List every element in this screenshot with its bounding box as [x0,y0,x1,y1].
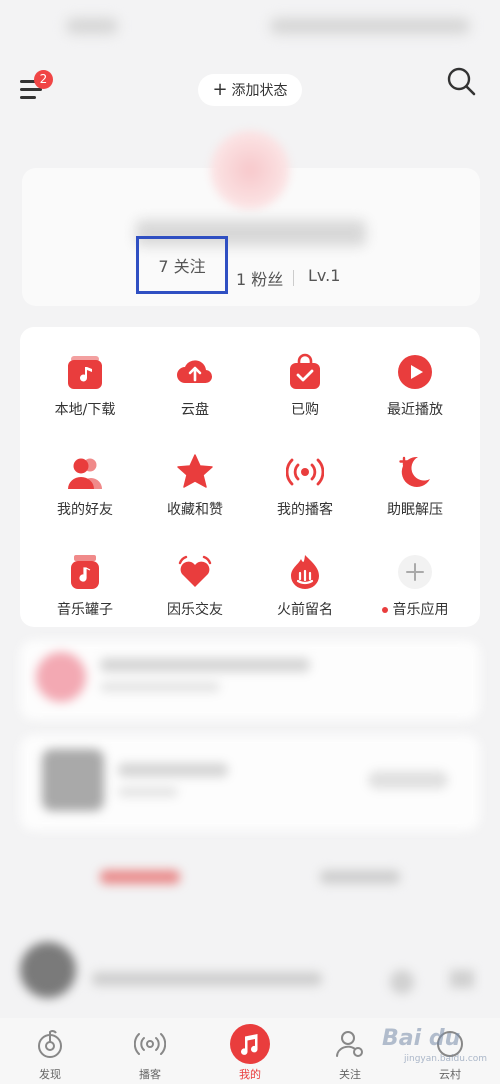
notification-badge: 2 [34,70,53,89]
grid-item-label-text: 音乐应用 [392,602,449,618]
menu-icon-line [20,88,42,91]
fire-icon [291,555,319,589]
plus-icon [398,555,432,589]
shopping-bag-icon [290,353,320,389]
grid-item-label: 收藏和赞 [167,502,223,518]
music-jar-icon [71,555,99,589]
menu-button[interactable]: 2 [18,70,58,106]
avatar[interactable] [210,130,290,210]
tab-label: 播客 [139,1068,161,1081]
grid-item-cloud[interactable]: 云盘 [140,353,250,443]
tab-podcast[interactable]: 播客 [120,1024,180,1082]
grid-item-label: 我的好友 [57,502,113,518]
new-dot [381,607,388,613]
following-count[interactable]: 7 关注 [136,236,228,294]
tab-label: 云村 [439,1068,461,1081]
follow-icon [336,1031,363,1057]
blurred-playlist-card[interactable] [20,735,480,831]
grid-item-label: 音乐罐子 [57,602,113,618]
baidu-watermark: Bai du [382,1026,461,1051]
add-status-button[interactable]: + 添加状态 [198,74,302,106]
grid-item-fire[interactable]: 火前留名 [250,553,360,643]
play-circle-icon [398,355,432,389]
grid-item-recent[interactable]: 最近播放 [360,353,470,443]
star-icon [177,454,213,488]
status-bar [0,0,500,56]
tab-discover[interactable]: 发现 [20,1024,80,1082]
top-bar: 2 + 添加状态 [0,60,500,120]
tab-mine[interactable]: 我的 [220,1024,280,1082]
cloud-upload-icon [177,360,213,384]
tab-follow[interactable]: 关注 [320,1024,380,1082]
grid-item-favorites[interactable]: 收藏和赞 [140,453,250,543]
podcast-icon [134,1033,166,1055]
blurred-mini-player[interactable] [0,930,500,1016]
grid-item-music-apps[interactable]: 音乐应用 [360,553,470,643]
add-status-label: 添加状态 [231,83,288,99]
grid-item-label: 已购 [291,402,319,418]
grid-item-local-download[interactable]: 本地/下载 [30,353,140,443]
grid-item-friends[interactable]: 我的好友 [30,453,140,543]
music-note-icon [230,1024,270,1064]
moon-icon [399,456,430,487]
blurred-banner[interactable] [20,640,480,720]
grid-item-label: 音乐应用 [360,599,470,619]
following-label: 7 关注 [158,257,206,276]
shortcut-grid: 本地/下载 云盘 已购 最近播放 我的好友 收藏和赞 我的播客 助眠解压 音乐罐… [20,327,480,627]
grid-item-music-jar[interactable]: 音乐罐子 [30,553,140,643]
search-button[interactable] [444,64,478,98]
fans-count[interactable]: 1 粉丝 [236,266,283,290]
tab-label: 我的 [239,1068,261,1081]
tab-label: 关注 [339,1068,361,1081]
tab-label: 发现 [39,1068,61,1081]
grid-item-music-friends[interactable]: 因乐交友 [140,553,250,643]
grid-item-sleep[interactable]: 助眠解压 [360,453,470,543]
discover-icon [38,1030,62,1058]
grid-item-label: 助眠解压 [387,502,443,518]
broadcast-icon [286,458,324,486]
grid-item-label: 因乐交友 [167,602,223,618]
grid-item-label: 本地/下载 [54,402,116,418]
plus-icon: + [212,79,228,100]
grid-item-label: 我的播客 [277,502,333,518]
level-badge[interactable]: Lv.1 [308,266,340,285]
grid-item-my-podcast[interactable]: 我的播客 [250,453,360,543]
menu-icon-line [20,96,36,99]
heart-icon [178,555,212,587]
friends-icon [68,458,102,489]
grid-item-label: 最近播放 [387,402,443,418]
grid-item-purchased[interactable]: 已购 [250,353,360,443]
grid-item-label: 火前留名 [277,602,333,618]
divider [293,270,294,286]
search-icon [447,67,476,96]
local-download-icon [68,356,102,389]
grid-item-label: 云盘 [181,402,209,418]
blurred-tabs [0,860,500,900]
watermark-site: jingyan.baidu.com [404,1054,488,1064]
